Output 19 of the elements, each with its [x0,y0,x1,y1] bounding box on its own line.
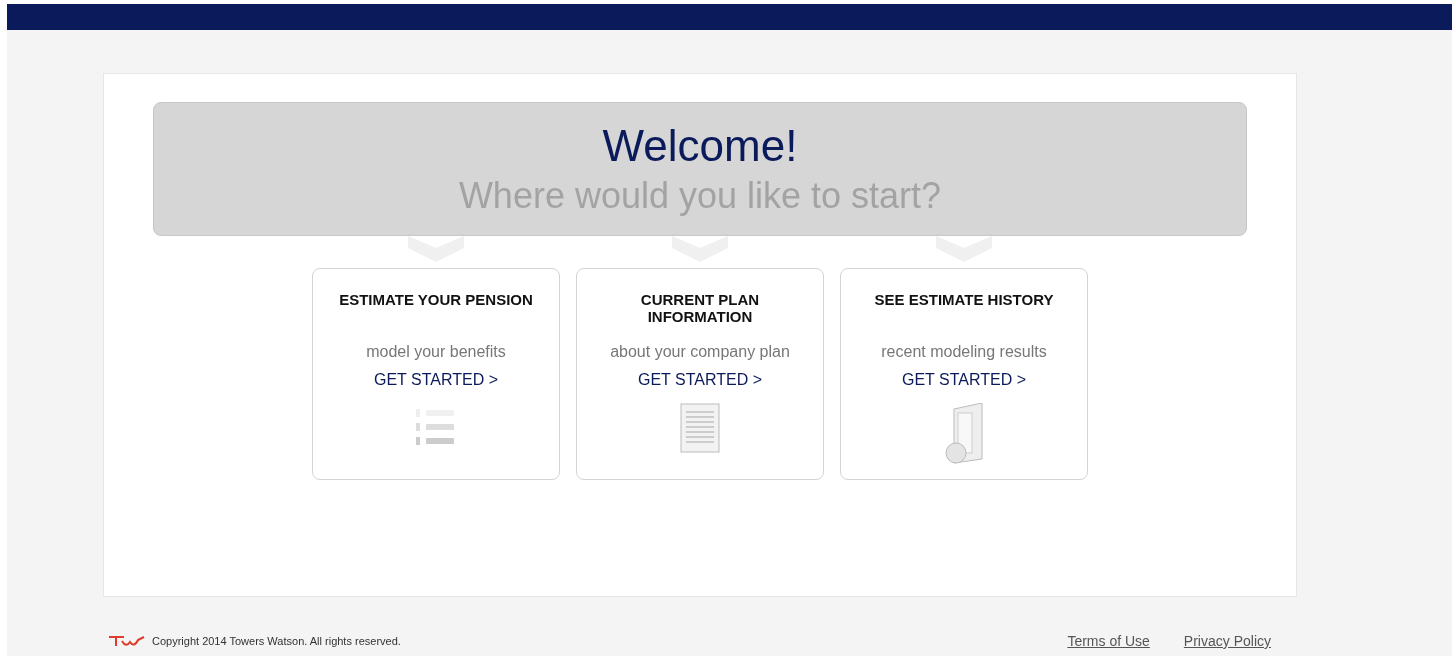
chevron-icon [672,236,728,262]
get-started-link[interactable]: GET STARTED > [374,371,498,389]
disc-case-icon [942,403,986,465]
logo-icon [108,634,146,648]
chevron-icon [936,236,992,262]
copyright-text: Copyright 2014 Towers Watson. All rights reserved. [152,635,402,647]
footer-link[interactable]: Terms of Use [1067,633,1150,649]
card-description: model your benefits [366,343,506,361]
chevron-icon [408,236,464,262]
get-started-link[interactable]: GET STARTED > [902,371,1026,389]
get-started-link[interactable]: GET STARTED > [638,371,762,389]
welcome-title: Welcome! [602,120,798,172]
card-description: about your company plan [610,343,790,361]
footer-link[interactable]: Privacy Policy [1183,633,1271,649]
card-title: ESTIMATE YOUR PENSION [338,291,534,310]
card-description: recent modeling results [881,343,1047,361]
document-icon [680,403,720,453]
card-title: CURRENT PLAN INFORMATION [639,291,761,327]
card-title: SEE ESTIMATE HISTORY [873,291,1055,310]
